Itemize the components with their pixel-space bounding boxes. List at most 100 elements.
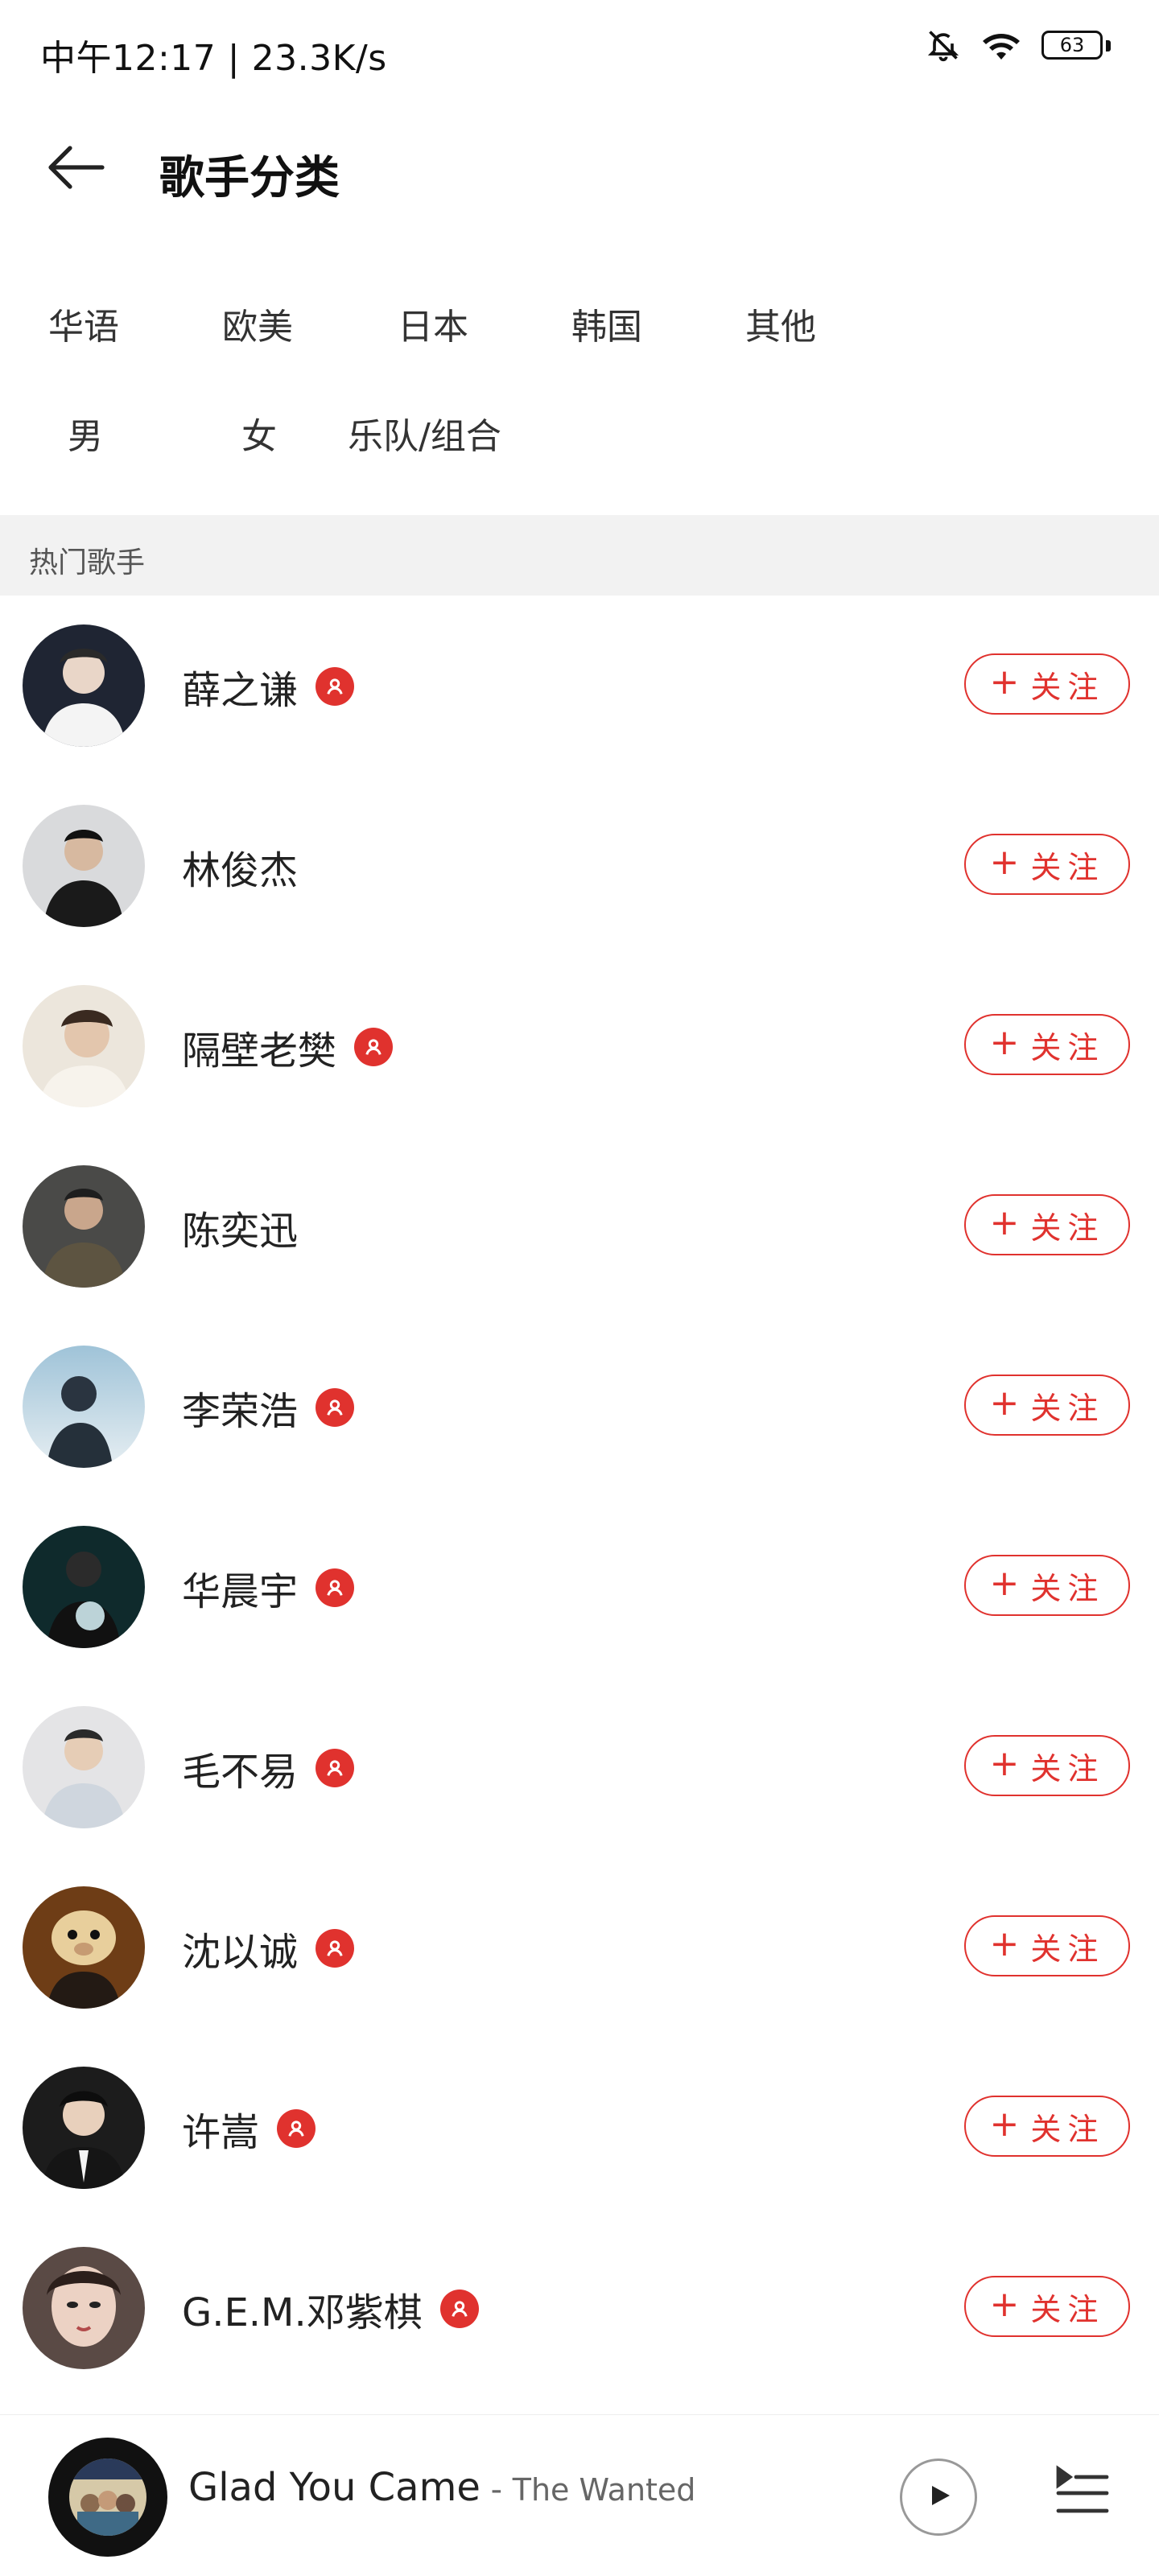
follow-button[interactable]: + 关注 bbox=[964, 1735, 1130, 1796]
bell-mute-icon bbox=[926, 27, 961, 66]
follow-button[interactable]: + 关注 bbox=[964, 2096, 1130, 2157]
follow-button[interactable]: + 关注 bbox=[964, 834, 1130, 895]
plus-icon: + bbox=[989, 1383, 1020, 1424]
song-artist: The Wanted bbox=[512, 2472, 696, 2508]
verified-user-icon bbox=[316, 1749, 355, 1787]
type-filter-row: 男 女 乐队/组合 bbox=[0, 375, 1159, 484]
section-title: 热门歌手 bbox=[29, 546, 146, 579]
artist-avatar bbox=[23, 624, 145, 747]
battery-icon: 63 bbox=[1041, 31, 1111, 63]
play-icon bbox=[922, 2479, 955, 2515]
follow-label: 关注 bbox=[1030, 1750, 1105, 1787]
play-button[interactable] bbox=[900, 2459, 977, 2536]
plus-icon: + bbox=[989, 1923, 1020, 1964]
back-button[interactable] bbox=[40, 137, 113, 201]
follow-label: 关注 bbox=[1030, 1210, 1105, 1246]
filter-panel: 华语 欧美 日本 韩国 其他 男 女 乐队/组合 bbox=[0, 266, 1159, 484]
status-bar: 中午12:17 | 23.3K/s 63 bbox=[0, 0, 1159, 105]
status-icons: 63 bbox=[926, 27, 1111, 66]
plus-icon: + bbox=[989, 1022, 1020, 1063]
section-header: 热门歌手 bbox=[0, 515, 1159, 596]
follow-label: 关注 bbox=[1030, 2291, 1105, 2327]
artist-name: 毛不易 bbox=[182, 1750, 299, 1795]
follow-button[interactable]: + 关注 bbox=[964, 2276, 1130, 2337]
verified-user-icon bbox=[277, 2109, 316, 2148]
filter-type-band[interactable]: 乐队/组合 bbox=[348, 407, 501, 459]
follow-label: 关注 bbox=[1030, 2111, 1105, 2147]
header: 歌手分类 bbox=[0, 113, 1159, 225]
filter-region-korea[interactable]: 韩国 bbox=[571, 298, 642, 349]
verified-user-icon bbox=[316, 1929, 355, 1968]
artist-row[interactable]: 薛之谦 + 关注 bbox=[0, 596, 1159, 776]
follow-button[interactable]: + 关注 bbox=[964, 1555, 1130, 1616]
song-title: Glad You Came bbox=[188, 2465, 481, 2510]
artist-row[interactable]: 毛不易 + 关注 bbox=[0, 1677, 1159, 1857]
now-playing-info: Glad You Came - The Wanted bbox=[188, 2465, 695, 2510]
artist-name: 沈以诚 bbox=[182, 1930, 299, 1975]
filter-region-other[interactable]: 其他 bbox=[745, 298, 816, 349]
follow-button[interactable]: + 关注 bbox=[964, 1194, 1130, 1255]
arrow-left-icon bbox=[46, 143, 107, 195]
plus-icon: + bbox=[989, 1202, 1020, 1243]
plus-icon: + bbox=[989, 2104, 1020, 2145]
artist-name: 华晨宇 bbox=[182, 1569, 299, 1614]
artist-name: G.E.M.邓紫棋 bbox=[182, 2290, 423, 2335]
artist-name: 李荣浩 bbox=[182, 1389, 299, 1434]
artist-avatar bbox=[23, 805, 145, 927]
artist-avatar bbox=[23, 985, 145, 1107]
verified-user-icon bbox=[316, 1388, 355, 1427]
artist-row[interactable]: 陈奕迅 + 关注 bbox=[0, 1136, 1159, 1317]
artist-row[interactable]: 沈以诚 + 关注 bbox=[0, 1857, 1159, 2038]
plus-icon: + bbox=[989, 662, 1020, 703]
mini-player[interactable]: Glad You Came - The Wanted bbox=[0, 2414, 1159, 2576]
artist-name: 隔壁老樊 bbox=[182, 1028, 337, 1074]
wifi-icon bbox=[980, 27, 1022, 66]
artist-name: 薛之谦 bbox=[182, 668, 299, 713]
verified-user-icon bbox=[354, 1028, 394, 1066]
follow-button[interactable]: + 关注 bbox=[964, 1915, 1130, 1976]
artist-row[interactable]: 许嵩 + 关注 bbox=[0, 2038, 1159, 2218]
verified-user-icon bbox=[316, 667, 355, 706]
follow-label: 关注 bbox=[1030, 1390, 1105, 1426]
artist-avatar bbox=[23, 1346, 145, 1468]
battery-level: 63 bbox=[1041, 31, 1103, 60]
follow-button[interactable]: + 关注 bbox=[964, 1014, 1130, 1075]
artist-row[interactable]: 林俊杰 + 关注 bbox=[0, 776, 1159, 956]
follow-label: 关注 bbox=[1030, 1931, 1105, 1967]
follow-label: 关注 bbox=[1030, 849, 1105, 885]
artist-avatar bbox=[23, 1886, 145, 2009]
status-time: 中午12:17 | 23.3K/s bbox=[40, 38, 387, 79]
verified-user-icon bbox=[316, 1568, 355, 1607]
plus-icon: + bbox=[989, 1743, 1020, 1784]
follow-label: 关注 bbox=[1030, 1570, 1105, 1606]
filter-region-western[interactable]: 欧美 bbox=[222, 298, 293, 349]
artist-list: 薛之谦 + 关注 林俊杰 + 关注 隔壁老樊 + 关注 陈奕迅 + 关注 李荣浩… bbox=[0, 596, 1159, 2398]
artist-name: 林俊杰 bbox=[182, 848, 299, 893]
filter-region-chinese[interactable]: 华语 bbox=[48, 298, 119, 349]
plus-icon: + bbox=[989, 2284, 1020, 2325]
filter-region-japan[interactable]: 日本 bbox=[398, 298, 468, 349]
filter-type-female[interactable]: 女 bbox=[241, 407, 277, 459]
plus-icon: + bbox=[989, 842, 1020, 883]
artist-avatar bbox=[23, 1526, 145, 1648]
artist-name: 陈奕迅 bbox=[182, 1209, 299, 1254]
playlist-icon bbox=[1054, 2464, 1112, 2522]
follow-label: 关注 bbox=[1030, 669, 1105, 705]
album-cover[interactable] bbox=[48, 2438, 167, 2557]
artist-name: 许嵩 bbox=[182, 2110, 260, 2155]
follow-button[interactable]: + 关注 bbox=[964, 1375, 1130, 1436]
artist-row[interactable]: 隔壁老樊 + 关注 bbox=[0, 956, 1159, 1136]
artist-row[interactable]: G.E.M.邓紫棋 + 关注 bbox=[0, 2218, 1159, 2398]
page-title: 歌手分类 bbox=[159, 152, 340, 204]
playlist-button[interactable] bbox=[1046, 2457, 1119, 2529]
artist-avatar bbox=[23, 2247, 145, 2369]
region-filter-row: 华语 欧美 日本 韩国 其他 bbox=[0, 266, 1159, 375]
artist-avatar bbox=[23, 1165, 145, 1288]
follow-button[interactable]: + 关注 bbox=[964, 653, 1130, 715]
song-separator: - bbox=[480, 2471, 513, 2508]
plus-icon: + bbox=[989, 1563, 1020, 1604]
filter-type-male[interactable]: 男 bbox=[68, 407, 103, 459]
artist-row[interactable]: 华晨宇 + 关注 bbox=[0, 1497, 1159, 1677]
artist-row[interactable]: 李荣浩 + 关注 bbox=[0, 1317, 1159, 1497]
artist-avatar bbox=[23, 2067, 145, 2189]
